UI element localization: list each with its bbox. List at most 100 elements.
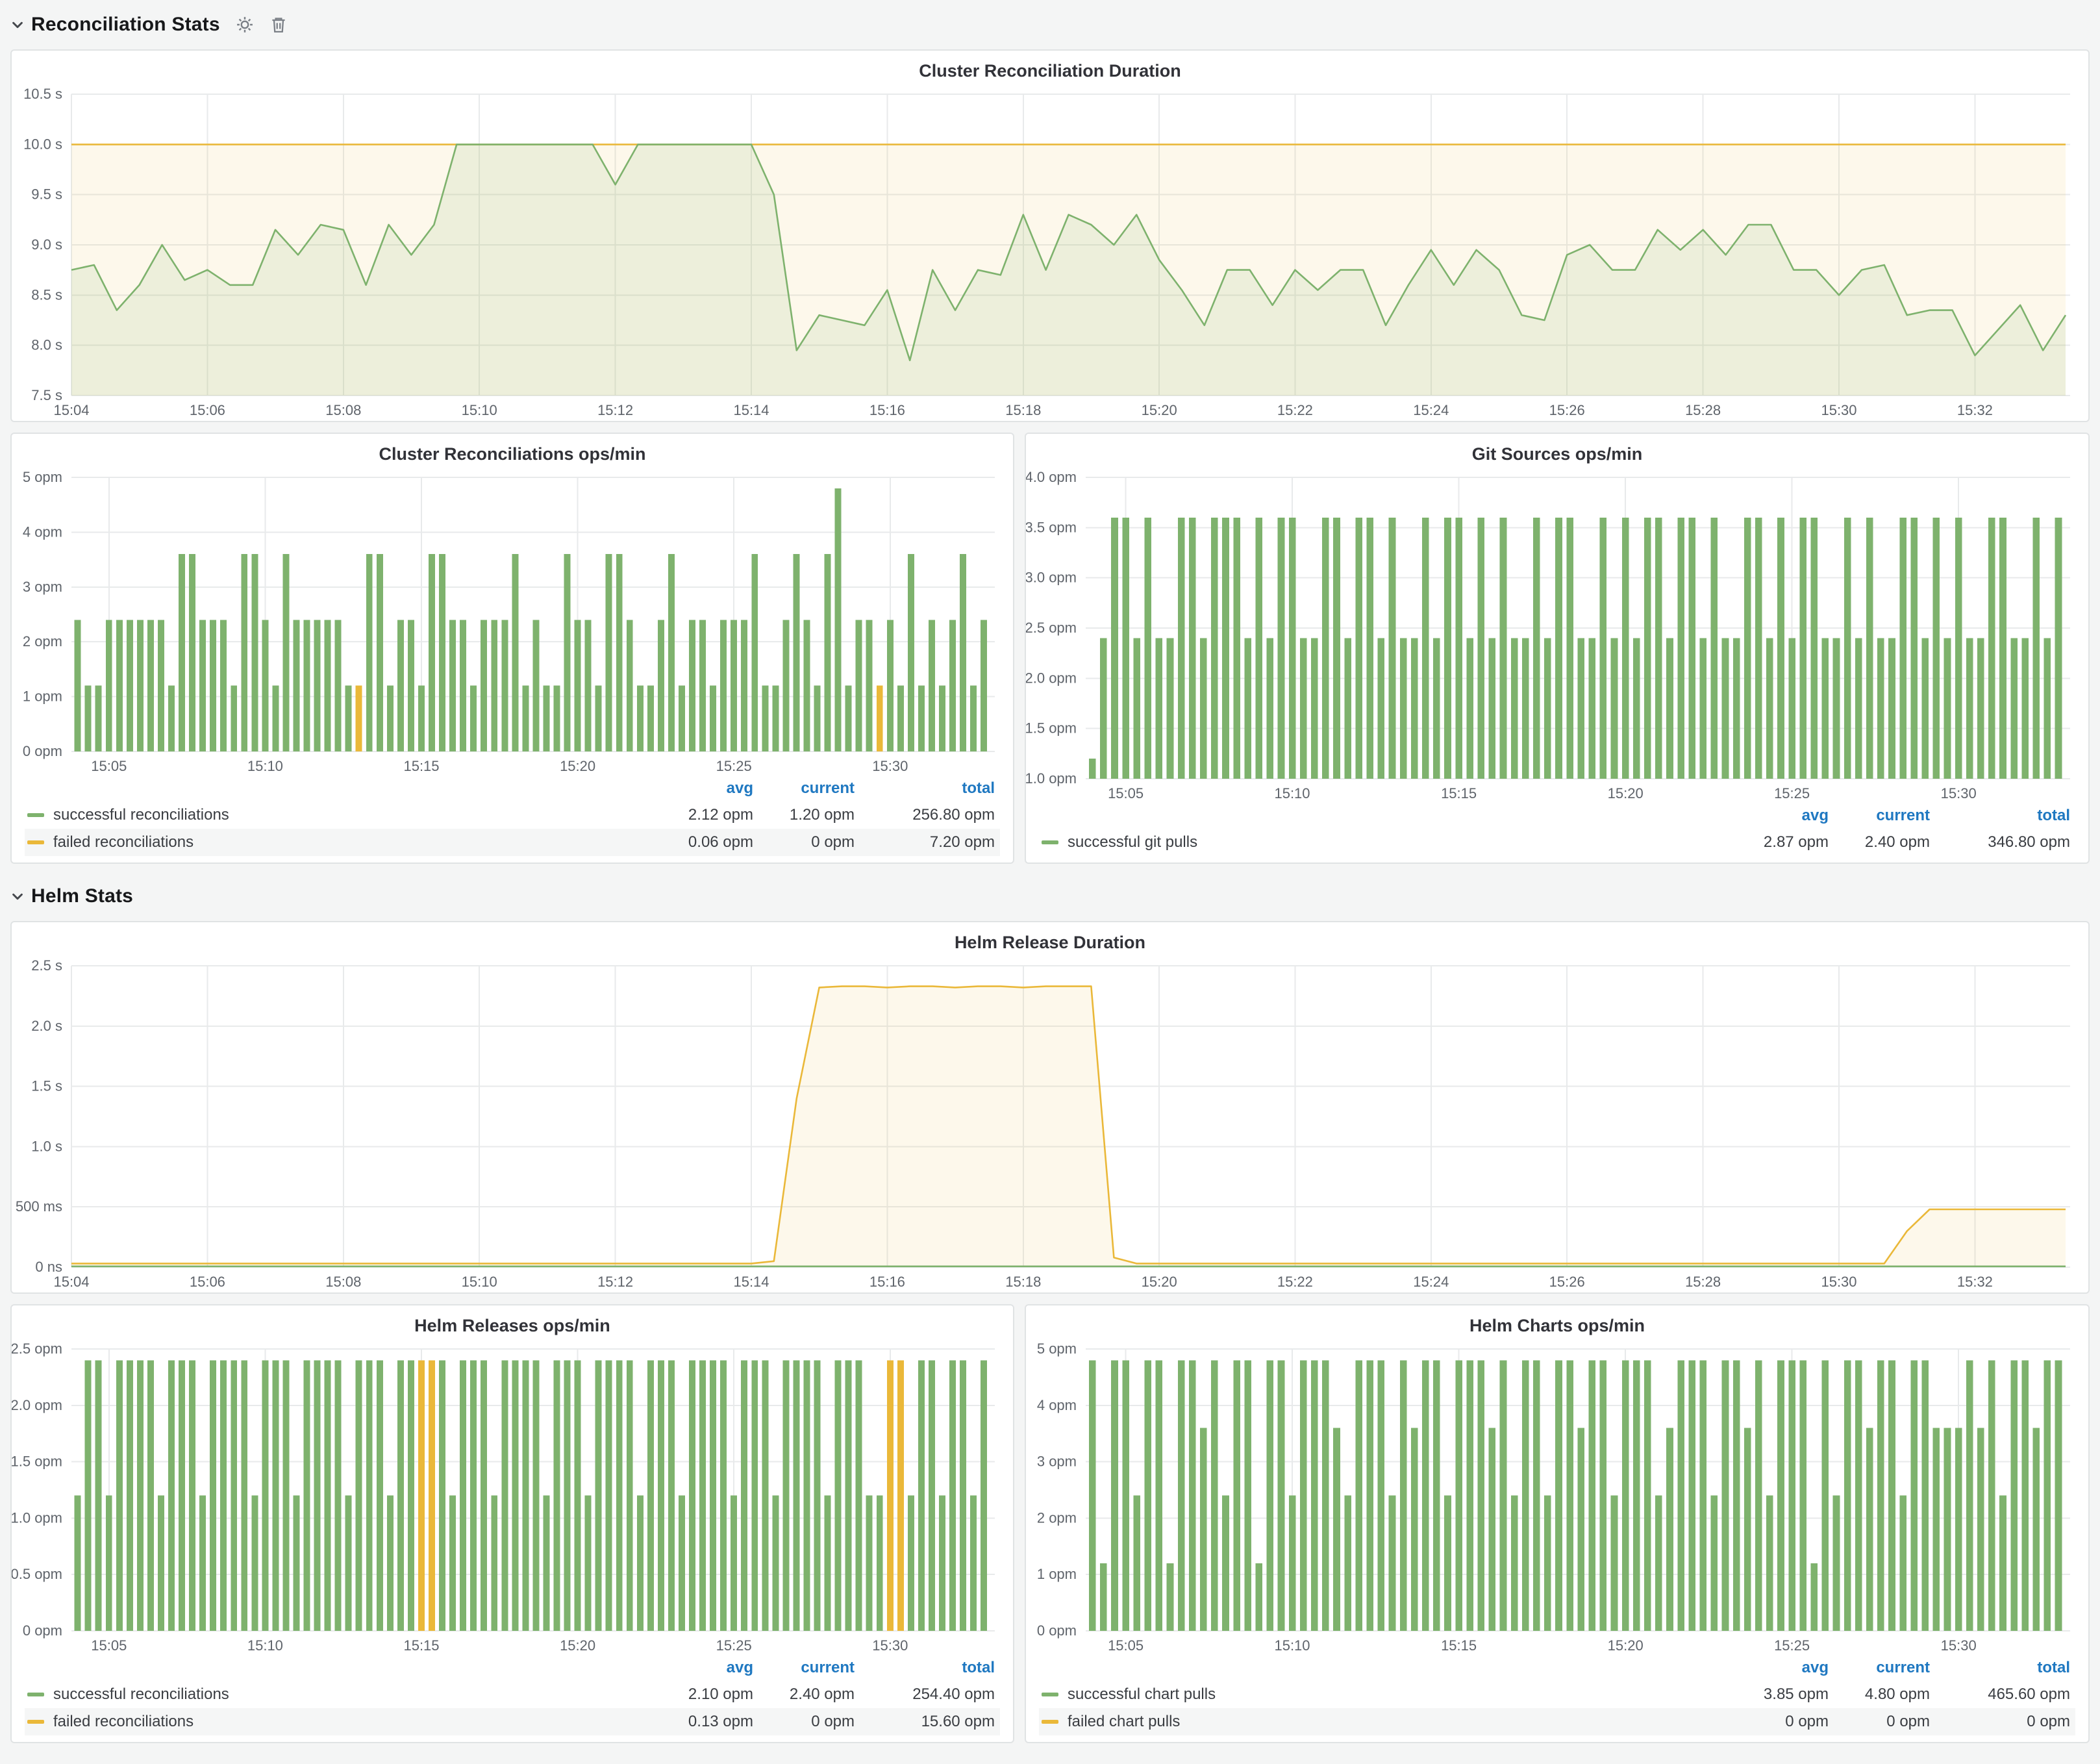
svg-text:15:12: 15:12 xyxy=(597,402,633,418)
series-swatch[interactable] xyxy=(1042,1693,1058,1696)
svg-text:15:16: 15:16 xyxy=(869,1274,905,1290)
chart-helm-releases-opm[interactable]: 0 opm0.5 opm1.0 opm1.5 opm2.0 opm2.5 opm… xyxy=(12,1339,1013,1656)
chart-cluster-reconciliations-opm[interactable]: 0 opm1 opm2 opm3 opm4 opm5 opm15:0515:10… xyxy=(12,467,1013,777)
svg-text:15:18: 15:18 xyxy=(1005,402,1041,418)
series-name[interactable]: successful reconciliations xyxy=(53,1685,229,1704)
panel-title[interactable]: Helm Releases ops/min xyxy=(12,1305,1013,1339)
svg-text:2 opm: 2 opm xyxy=(1037,1509,1077,1526)
svg-text:15:25: 15:25 xyxy=(1774,1637,1810,1654)
series-swatch[interactable] xyxy=(1042,1720,1058,1724)
panel-title[interactable]: Git Sources ops/min xyxy=(1026,434,2088,467)
legend-row: successful chart pulls 3.85 opm 4.80 opm… xyxy=(1039,1681,2075,1708)
panel-cluster-reconciliations-opm: Cluster Reconciliations ops/min 0 opm1 o… xyxy=(10,433,1014,864)
legend: avg current total successful reconciliat… xyxy=(12,777,1013,863)
section-header-reconciliation-stats[interactable]: Reconciliation Stats xyxy=(10,8,2090,42)
legend-current-value: 0 opm xyxy=(758,1708,860,1735)
svg-text:15:05: 15:05 xyxy=(1108,785,1144,801)
trash-icon[interactable] xyxy=(269,16,288,34)
legend-header-avg[interactable]: avg xyxy=(1704,1656,1834,1681)
svg-text:3.5 opm: 3.5 opm xyxy=(1026,519,1077,535)
svg-text:15:14: 15:14 xyxy=(733,402,769,418)
section-header-helm-stats[interactable]: Helm Stats xyxy=(10,879,2090,913)
svg-text:3 opm: 3 opm xyxy=(23,579,62,595)
legend-header: avg current total xyxy=(1039,1656,2075,1681)
svg-text:1.0 opm: 1.0 opm xyxy=(1026,770,1077,787)
svg-text:15:30: 15:30 xyxy=(872,758,908,774)
svg-text:9.5 s: 9.5 s xyxy=(31,186,62,203)
legend-header-avg[interactable]: avg xyxy=(629,1656,758,1681)
legend-header-avg[interactable]: avg xyxy=(1704,804,1834,829)
legend-header-current[interactable]: current xyxy=(758,1656,860,1681)
legend-header-total[interactable]: total xyxy=(860,777,1000,801)
legend-header: avg current total xyxy=(1039,804,2075,829)
legend-total-value: 15.60 opm xyxy=(860,1708,1000,1735)
chart-helm-release-duration[interactable]: 0 ns500 ms1.0 s1.5 s2.0 s2.5 s15:0415:06… xyxy=(12,955,2088,1292)
svg-text:15:15: 15:15 xyxy=(403,758,439,774)
svg-text:2.5 opm: 2.5 opm xyxy=(1026,620,1077,636)
svg-text:5 opm: 5 opm xyxy=(1037,1341,1077,1357)
svg-text:0 ns: 0 ns xyxy=(35,1259,62,1275)
legend-row: successful git pulls 2.87 opm 2.40 opm 3… xyxy=(1039,829,2075,856)
svg-text:2 opm: 2 opm xyxy=(23,633,62,649)
legend-header-total[interactable]: total xyxy=(860,1656,1000,1681)
svg-text:15:10: 15:10 xyxy=(1274,1637,1310,1654)
svg-text:1.5 opm: 1.5 opm xyxy=(12,1454,62,1470)
legend-current-value: 2.40 opm xyxy=(1834,829,1935,856)
chevron-down-icon[interactable] xyxy=(10,18,25,32)
series-name[interactable]: successful chart pulls xyxy=(1068,1685,1216,1704)
section-title[interactable]: Reconciliation Stats xyxy=(31,14,220,36)
svg-text:4.0 opm: 4.0 opm xyxy=(1026,469,1077,485)
legend-current-value: 4.80 opm xyxy=(1834,1681,1935,1708)
legend: avg current total successful chart pulls… xyxy=(1026,1656,2088,1742)
series-name[interactable]: successful git pulls xyxy=(1068,833,1197,851)
series-swatch[interactable] xyxy=(27,1720,44,1724)
series-swatch[interactable] xyxy=(27,813,44,817)
svg-text:1.5 s: 1.5 s xyxy=(31,1078,62,1094)
legend-header-current[interactable]: current xyxy=(1834,804,1935,829)
chevron-down-icon[interactable] xyxy=(10,889,25,903)
svg-text:15:15: 15:15 xyxy=(1441,1637,1477,1654)
svg-text:15:10: 15:10 xyxy=(247,758,283,774)
svg-text:9.0 s: 9.0 s xyxy=(31,236,62,253)
legend-row: successful reconciliations 2.10 opm 2.40… xyxy=(25,1681,1000,1708)
svg-text:7.5 s: 7.5 s xyxy=(31,387,62,403)
svg-text:15:05: 15:05 xyxy=(1108,1637,1144,1654)
panel-title[interactable]: Cluster Reconciliation Duration xyxy=(12,51,2088,84)
series-name[interactable]: failed chart pulls xyxy=(1068,1713,1180,1731)
chart-git-sources-opm[interactable]: 1.0 opm1.5 opm2.0 opm2.5 opm3.0 opm3.5 o… xyxy=(1026,467,2088,804)
series-swatch[interactable] xyxy=(1042,840,1058,844)
svg-text:15:24: 15:24 xyxy=(1413,402,1449,418)
legend-header-current[interactable]: current xyxy=(1834,1656,1935,1681)
chart-helm-charts-opm[interactable]: 0 opm1 opm2 opm3 opm4 opm5 opm15:0515:10… xyxy=(1026,1339,2088,1656)
svg-text:10.0 s: 10.0 s xyxy=(23,136,62,152)
legend-header-current[interactable]: current xyxy=(758,777,860,801)
series-swatch[interactable] xyxy=(27,1693,44,1696)
svg-text:15:16: 15:16 xyxy=(869,402,905,418)
svg-text:15:30: 15:30 xyxy=(1821,1274,1856,1290)
legend-header-total[interactable]: total xyxy=(1935,1656,2075,1681)
legend-header-avg[interactable]: avg xyxy=(629,777,758,801)
legend-total-value: 7.20 opm xyxy=(860,829,1000,856)
series-name[interactable]: failed reconciliations xyxy=(53,1713,194,1731)
series-name[interactable]: failed reconciliations xyxy=(53,833,194,851)
series-swatch[interactable] xyxy=(27,840,44,844)
legend-avg-value: 0 opm xyxy=(1704,1708,1834,1735)
series-name[interactable]: successful reconciliations xyxy=(53,806,229,824)
panel-title[interactable]: Helm Charts ops/min xyxy=(1026,1305,2088,1339)
legend-avg-value: 0.06 opm xyxy=(629,829,758,856)
panel-title[interactable]: Cluster Reconciliations ops/min xyxy=(12,434,1013,467)
legend-avg-value: 2.87 opm xyxy=(1704,829,1834,856)
svg-text:2.0 opm: 2.0 opm xyxy=(12,1397,62,1413)
svg-text:15:22: 15:22 xyxy=(1277,1274,1313,1290)
svg-text:0 opm: 0 opm xyxy=(23,1622,62,1639)
legend-row: failed chart pulls 0 opm 0 opm 0 opm xyxy=(1039,1708,2075,1735)
svg-text:15:10: 15:10 xyxy=(462,1274,497,1290)
gear-icon[interactable] xyxy=(236,16,254,34)
svg-text:15:05: 15:05 xyxy=(91,1637,127,1654)
chart-cluster-reconciliation-duration[interactable]: 7.5 s8.0 s8.5 s9.0 s9.5 s10.0 s10.5 s15:… xyxy=(12,84,2088,421)
section-title[interactable]: Helm Stats xyxy=(31,885,133,907)
svg-text:15:20: 15:20 xyxy=(1608,785,1644,801)
legend-header-total[interactable]: total xyxy=(1935,804,2075,829)
svg-text:4 opm: 4 opm xyxy=(1037,1397,1077,1413)
panel-title[interactable]: Helm Release Duration xyxy=(12,922,2088,955)
